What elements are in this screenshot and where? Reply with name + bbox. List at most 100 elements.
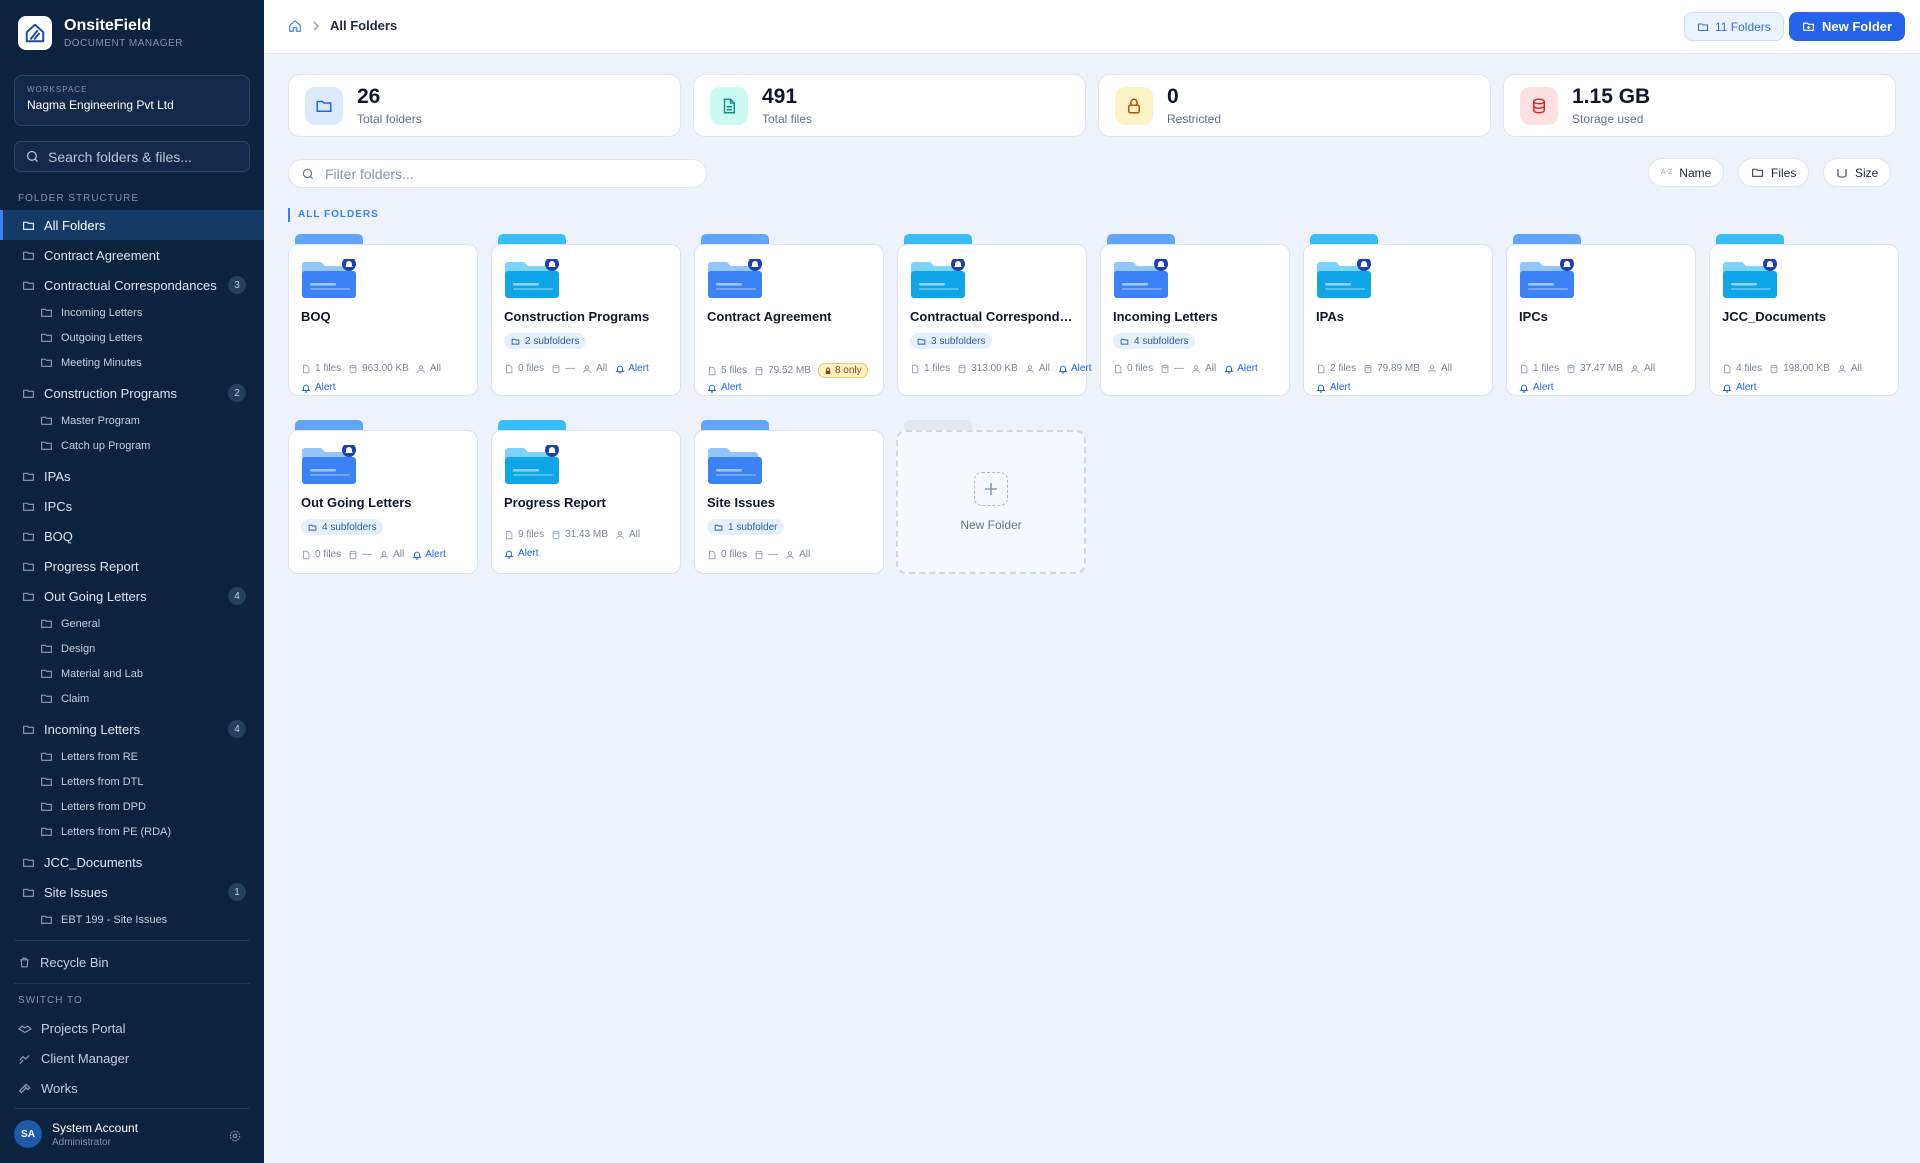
folder-plus-icon	[1802, 20, 1815, 33]
folder-icon	[40, 414, 53, 427]
folder-card-body[interactable]: Contract Agreement 5 files 79.52 MB 8 only A…	[694, 244, 884, 396]
folder-size: 198.00 KB	[1783, 363, 1830, 374]
bell-icon	[1722, 383, 1732, 393]
folder-card-body[interactable]: Site Issues 1 subfolder 0 files — All	[694, 430, 884, 574]
folder-structure-label: FOLDER STRUCTURE	[18, 193, 140, 204]
file-icon	[707, 366, 717, 376]
folder-card-body[interactable]: JCC_Documents 4 files 198.00 KB All Alert	[1709, 244, 1899, 396]
alert-toggle[interactable]: Alert	[412, 549, 446, 560]
lock-icon	[824, 367, 832, 375]
switch-works[interactable]: Works	[18, 1081, 78, 1096]
subfolder-count-badge: 1	[228, 883, 246, 901]
new-folder-button[interactable]: New Folder	[1789, 12, 1906, 41]
database-icon	[1160, 364, 1170, 374]
gear-icon[interactable]	[228, 1129, 242, 1143]
folder-icon	[1120, 337, 1129, 346]
brand[interactable]: OnsiteField DOCUMENT MANAGER	[18, 16, 183, 50]
folder-size: 313.00 KB	[971, 363, 1018, 374]
sidebar-subfolder-item[interactable]: EBT 199 - Site Issues	[0, 907, 264, 932]
sidebar-folder-item[interactable]: Incoming Letters 4	[0, 714, 264, 744]
folder-icon	[40, 750, 53, 763]
alert-label: Alert	[721, 382, 742, 393]
sort-by-files-button[interactable]: Files	[1738, 158, 1810, 187]
folder-card-body[interactable]: IPAs 2 files 79.89 MB All Alert	[1303, 244, 1493, 396]
sidebar-subfolder-item[interactable]: Letters from DPD	[0, 794, 264, 819]
sort-by-name-button[interactable]: A-Z Name	[1648, 158, 1725, 187]
access-label: All	[1850, 363, 1862, 374]
subfolder-chip[interactable]: 2 subfolders	[504, 333, 587, 349]
folder-card-body[interactable]: Construction Programs 2 subfolders 0 files…	[491, 244, 681, 396]
sidebar-folder-item[interactable]: Contractual Correspondances 3	[0, 270, 264, 300]
new-folder-card[interactable]: New Folder	[896, 430, 1086, 574]
sidebar-item-label: Incoming Letters	[44, 721, 141, 737]
alert-toggle[interactable]: Alert	[707, 382, 742, 393]
folder-icon	[305, 86, 343, 125]
switch-projects-portal[interactable]: Projects Portal	[18, 1021, 126, 1036]
sidebar-subfolder-item[interactable]: Design	[0, 636, 264, 661]
alert-toggle[interactable]: Alert	[1722, 382, 1757, 393]
user-profile[interactable]: SA System Account Administrator	[14, 1120, 138, 1148]
folder-size: —	[565, 363, 576, 374]
app-name: OnsiteField	[64, 17, 152, 34]
alert-toggle[interactable]: Alert	[504, 548, 539, 559]
subfolder-chip[interactable]: 1 subfolder	[707, 519, 785, 535]
sort-by-size-button[interactable]: Size	[1823, 158, 1892, 187]
home-icon[interactable]	[288, 19, 302, 33]
sidebar-subfolder-item[interactable]: Letters from RE	[0, 744, 264, 769]
sidebar-subfolder-item[interactable]: General	[0, 611, 264, 636]
folder-card-body[interactable]: Contractual Correspondances 3 subfolders 1…	[897, 244, 1092, 396]
folder-name: JCC_Documents	[1722, 309, 1827, 324]
alert-toggle[interactable]: Alert	[1058, 363, 1092, 374]
sidebar-subfolder-item[interactable]: Material and Lab	[0, 661, 264, 686]
sidebar-folder-item[interactable]: Progress Report	[0, 551, 264, 581]
database-icon	[754, 550, 764, 560]
sidebar-subfolder-item[interactable]: Incoming Letters	[0, 300, 264, 325]
folder-card-body[interactable]: BOQ 1 files 963.00 KB All Alert	[288, 244, 478, 396]
sidebar-folder-item[interactable]: Site Issues 1	[0, 877, 264, 907]
folder-icon	[301, 445, 359, 485]
alert-toggle[interactable]: Alert	[1519, 382, 1554, 393]
file-icon	[301, 550, 311, 560]
folder-card-body[interactable]: Out Going Letters 4 subfolders 0 files — All…	[288, 430, 478, 574]
sidebar-search-input[interactable]	[48, 148, 238, 165]
sidebar-folder-item[interactable]: All Folders	[0, 210, 264, 240]
sidebar-folder-item[interactable]: IPAs	[0, 461, 264, 491]
folder-icon	[40, 692, 53, 705]
sidebar-item-label: Letters from RE	[61, 750, 139, 763]
folder-icon	[22, 530, 35, 543]
alert-toggle[interactable]: Alert	[1224, 363, 1258, 374]
sidebar-subfolder-item[interactable]: Claim	[0, 686, 264, 711]
sidebar-folder-item[interactable]: Construction Programs 2	[0, 378, 264, 408]
sidebar-subfolder-item[interactable]: Catch up Program	[0, 433, 264, 458]
subfolder-chip[interactable]: 4 subfolders	[1113, 333, 1196, 349]
folder-card-body[interactable]: Progress Report 9 files 31.43 MB All Alert	[491, 430, 681, 574]
folder-card-body[interactable]: Incoming Letters 4 subfolders 0 files — All A…	[1100, 244, 1290, 396]
file-icon	[504, 530, 514, 540]
folder-icon	[22, 590, 35, 603]
sidebar-subfolder-item[interactable]: Meeting Minutes	[0, 350, 264, 375]
subfolder-chip[interactable]: 4 subfolders	[301, 519, 384, 535]
sort-name-label: Name	[1679, 165, 1712, 180]
alert-toggle[interactable]: Alert	[1316, 382, 1351, 393]
folder-card-body[interactable]: IPCs 1 files 37.47 MB All Alert	[1506, 244, 1696, 396]
switch-client-manager[interactable]: Client Manager	[18, 1051, 129, 1066]
subfolder-chip[interactable]: 3 subfolders	[910, 333, 993, 349]
sidebar-folder-item[interactable]: Contract Agreement	[0, 240, 264, 270]
sidebar-folder-item[interactable]: Out Going Letters 4	[0, 581, 264, 611]
sidebar-folder-item[interactable]: BOQ	[0, 521, 264, 551]
recycle-bin-link[interactable]: Recycle Bin	[18, 955, 109, 970]
folder-count-button[interactable]: 11 Folders	[1684, 12, 1784, 41]
sidebar-item-label: Contract Agreement	[44, 247, 160, 263]
sidebar-subfolder-item[interactable]: Letters from DTL	[0, 769, 264, 794]
folder-icon	[910, 259, 968, 299]
alert-toggle[interactable]: Alert	[615, 363, 649, 374]
alert-toggle[interactable]: Alert	[301, 382, 336, 393]
filter-folders-input[interactable]	[325, 165, 694, 182]
sidebar-folder-item[interactable]: IPCs	[0, 491, 264, 521]
sidebar-folder-item[interactable]: JCC_Documents	[0, 847, 264, 877]
breadcrumb: All Folders	[288, 18, 397, 33]
sidebar-subfolder-item[interactable]: Outgoing Letters	[0, 325, 264, 350]
workspace-selector[interactable]: WORKSPACE Nagma Engineering Pvt Ltd	[14, 75, 250, 126]
sidebar-subfolder-item[interactable]: Letters from PE (RDA)	[0, 819, 264, 844]
sidebar-subfolder-item[interactable]: Master Program	[0, 408, 264, 433]
